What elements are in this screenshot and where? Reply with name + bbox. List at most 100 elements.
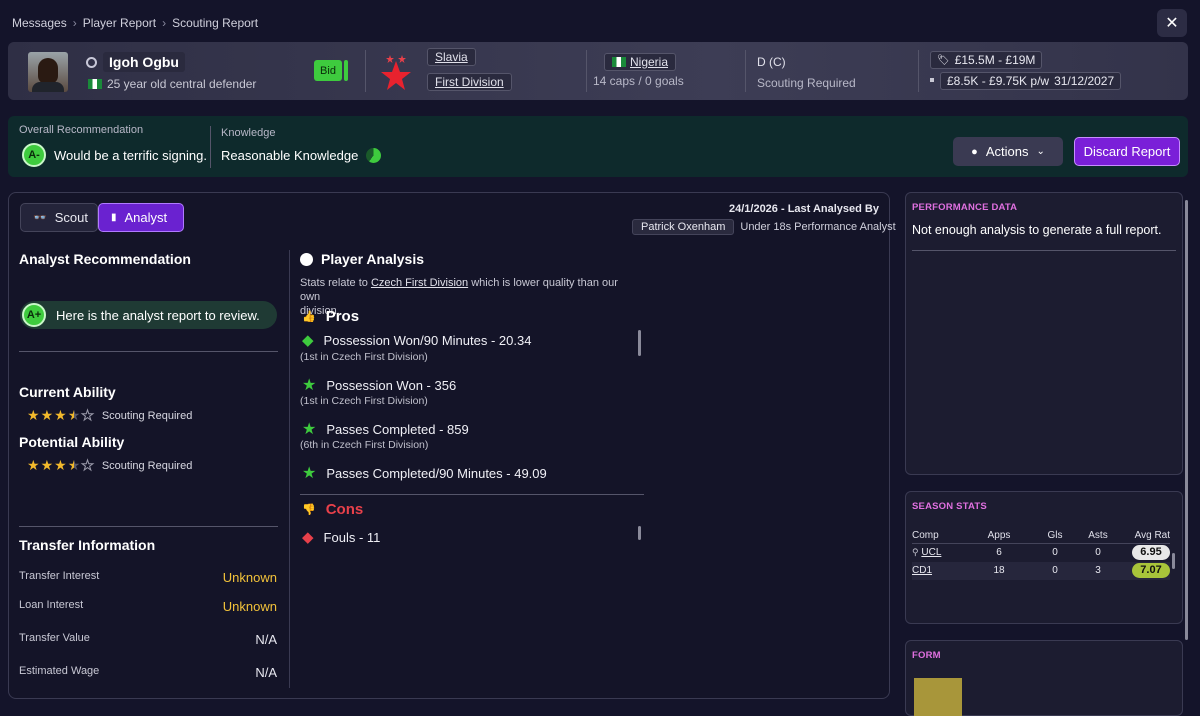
knowledge-pie-icon xyxy=(366,148,382,163)
scrollbar[interactable] xyxy=(638,330,641,356)
position-label: D (C) xyxy=(757,55,786,69)
club-badge-icon xyxy=(381,55,411,90)
pros-header: 👍 Pros xyxy=(302,308,359,325)
apps-cell: 18 xyxy=(993,565,1005,576)
bid-button[interactable]: Bid xyxy=(314,60,342,81)
price-tag-icon: 🏷 xyxy=(937,54,950,66)
pro-item: ◆ Possession Won/90 Minutes - 20.34 xyxy=(302,331,531,349)
overall-recommendation: A- Would be a terrific signing. xyxy=(22,143,207,167)
person-icon xyxy=(86,56,97,68)
divider xyxy=(918,50,919,92)
wage-value: £8.5K - £9.75K p/w xyxy=(947,74,1050,88)
close-button[interactable]: ✕ xyxy=(1157,9,1187,37)
pro-text: Possession Won - 356 xyxy=(326,377,457,393)
star-half-icon: ★ xyxy=(67,407,81,423)
tab-analyst-label: Analyst xyxy=(124,210,168,225)
tab-analyst[interactable]: ▮ Analyst xyxy=(98,203,184,232)
grade-badge: A- xyxy=(22,143,46,167)
breadcrumb-player-report[interactable]: Player Report xyxy=(83,16,156,30)
divider xyxy=(912,250,1176,251)
asts-cell: 0 xyxy=(1095,547,1101,559)
current-ability-stars: ★ ★ ★ ★ ★ xyxy=(27,407,94,424)
transfer-value: £15.5M - £19M xyxy=(954,53,1036,67)
player-name[interactable]: Igoh Ogbu xyxy=(103,52,185,72)
star-icon: ★ xyxy=(302,377,317,394)
divider xyxy=(289,250,290,688)
season-stats-table: Comp Apps Gls Asts Avg Rat ⚲ UCL 6 0 0 6… xyxy=(912,528,1170,580)
analyst-recommendation: A+ Here is the analyst report to review. xyxy=(20,301,277,329)
cons-header: 👎 Cons xyxy=(302,501,363,518)
ti-value: N/A xyxy=(255,665,277,680)
breadcrumb-messages[interactable]: Messages xyxy=(12,16,67,30)
table-row[interactable]: ⚲ UCL 6 0 0 6.95 xyxy=(912,543,1170,562)
nation-link[interactable]: Nigeria xyxy=(604,53,677,71)
col-gls[interactable]: Gls xyxy=(1032,528,1078,544)
scrollbar[interactable] xyxy=(638,526,641,540)
tab-scout-label: Scout xyxy=(54,210,88,225)
estimated-wage-row: Estimated Wage N/A xyxy=(19,665,277,680)
star-half-icon: ★ xyxy=(67,457,81,473)
con-item: ◆ Fouls - 11 xyxy=(302,528,380,546)
form-bar xyxy=(914,678,962,716)
comp-cell: CD1 xyxy=(912,562,966,580)
position-status: Scouting Required xyxy=(757,76,856,90)
player-description-row: 25 year old central defender xyxy=(88,77,256,91)
pro-item: ★ Passes Completed - 859 xyxy=(302,419,469,439)
transfer-interest-row: Transfer Interest Unknown xyxy=(19,570,277,585)
analyst-recommendation-text: Here is the analyst report to review. xyxy=(56,307,260,323)
league-link[interactable]: Czech First Division xyxy=(371,277,468,289)
club-link[interactable]: Slavia xyxy=(427,48,476,66)
star-icon: ★ xyxy=(40,407,54,423)
star-icon: ★ xyxy=(302,421,317,438)
asts-cell: 3 xyxy=(1095,565,1101,576)
pro-sub: (1st in Czech First Division) xyxy=(300,351,428,363)
current-ability-row: ★ ★ ★ ★ ★ Scouting Required xyxy=(27,407,192,424)
analysis-date: 24/1/2026 - Last Analysed By xyxy=(728,203,879,215)
wage-badge: £8.5K - £9.75K p/w 31/12/2027 xyxy=(940,72,1122,90)
tag-icon: ◆ xyxy=(302,332,314,349)
gls-cell: 0 xyxy=(1052,547,1058,559)
star-icon: ★ xyxy=(40,457,54,473)
comp-link[interactable]: CD1 xyxy=(912,565,932,576)
pros-title: Pros xyxy=(325,308,360,325)
scrollbar[interactable] xyxy=(1172,553,1175,569)
apps-cell: 6 xyxy=(996,547,1002,559)
col-avg-rat[interactable]: Avg Rat xyxy=(1118,528,1170,544)
trophy-icon: ⚲ xyxy=(912,547,919,558)
form-title: FORM xyxy=(912,650,941,661)
col-comp[interactable]: Comp xyxy=(912,528,966,544)
thumbs-down-icon: 👎 xyxy=(302,504,316,516)
tag-icon: ◆ xyxy=(302,529,314,546)
ti-label: Loan Interest xyxy=(19,599,84,611)
current-ability-status: Scouting Required xyxy=(101,409,193,422)
actions-button[interactable]: ● Actions ⌄ xyxy=(953,137,1063,166)
bullet-icon xyxy=(930,78,934,82)
star-empty-icon: ★ xyxy=(81,407,95,424)
col-apps[interactable]: Apps xyxy=(966,528,1032,544)
nation-row: Nigeria xyxy=(604,53,677,71)
rating-badge: 6.95 xyxy=(1132,545,1170,561)
tab-scout[interactable]: 👓 Scout xyxy=(20,203,98,232)
binoculars-icon: 👓 xyxy=(33,212,47,224)
table-header: Comp Apps Gls Asts Avg Rat xyxy=(912,528,1170,544)
overall-recommendation-label: Overall Recommendation xyxy=(19,124,144,136)
league-link[interactable]: First Division xyxy=(427,73,512,91)
divider xyxy=(365,50,366,92)
divider xyxy=(300,494,644,495)
comp-link[interactable]: UCL xyxy=(921,547,941,558)
gls-cell: 0 xyxy=(1052,565,1058,576)
performance-data-text: Not enough analysis to generate a full r… xyxy=(912,223,1162,237)
discard-report-button[interactable]: Discard Report xyxy=(1074,137,1180,166)
pro-sub: (1st in Czech First Division) xyxy=(300,395,428,407)
scrollbar[interactable] xyxy=(1185,200,1188,640)
analyst-name[interactable]: Patrick Oxenham xyxy=(632,219,735,235)
nigeria-flag-icon xyxy=(88,79,102,89)
circle-icon xyxy=(300,252,313,266)
table-row[interactable]: CD1 18 0 3 7.07 xyxy=(912,561,1170,580)
grade-badge: A+ xyxy=(22,303,46,327)
recommendation-text: Would be a terrific signing. xyxy=(54,147,207,163)
col-asts[interactable]: Asts xyxy=(1078,528,1118,544)
analyst-recommendation-title: Analyst Recommendation xyxy=(19,251,191,267)
divider xyxy=(586,50,587,92)
bid-indicator xyxy=(344,60,348,81)
